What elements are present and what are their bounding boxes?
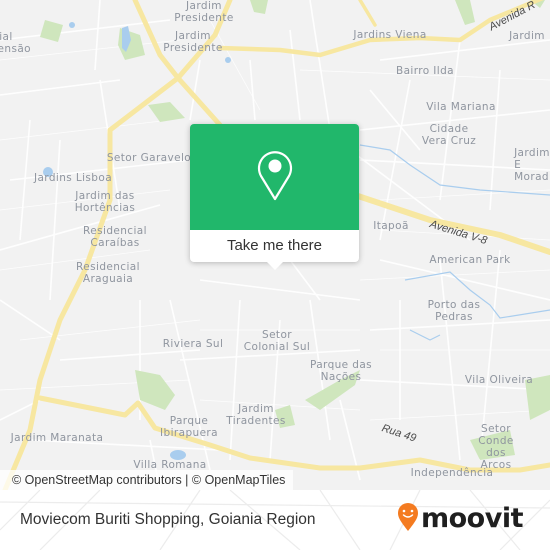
popup-header[interactable] bbox=[190, 124, 359, 230]
place-label-itapoa: Itapoã bbox=[373, 220, 409, 232]
place-label-porto-das-pedras: Porto das Pedras bbox=[427, 299, 481, 323]
place-label-jardim-presidente-2: Jardim Presidente bbox=[163, 30, 223, 54]
place-label-parque-ibirapuera: Parque Ibirapuera bbox=[160, 415, 218, 439]
place-label-jardins-viena: Jardins Viena bbox=[353, 29, 427, 41]
place-label-jardim-presidente-1: Jardim Presidente bbox=[174, 0, 234, 24]
place-label-jardim-top-right: Jardim bbox=[509, 30, 545, 42]
place-label-residencial-extensao: cial tensão bbox=[0, 31, 31, 55]
place-label-jardim-das-hortencias: Jardim das Hortências bbox=[74, 190, 136, 214]
place-label-vila-oliveira: Vila Oliveira bbox=[464, 374, 534, 386]
place-label-parque-das-nacoes: Parque das Nações bbox=[309, 359, 373, 383]
destination-popup[interactable]: Take me there bbox=[190, 124, 359, 270]
place-label-setor-garavelo: Setor Garavelo bbox=[106, 152, 192, 164]
popup-pointer bbox=[266, 261, 284, 270]
map-attribution[interactable]: © OpenStreetMap contributors | © OpenMap… bbox=[0, 470, 294, 490]
place-label-vila-mariana: Vila Mariana bbox=[426, 101, 496, 113]
place-label-independencia: Independência bbox=[410, 467, 494, 479]
footer-bar: Moviecom Buriti Shopping, Goiania Region… bbox=[0, 490, 550, 550]
moovit-smiley-pin-icon bbox=[397, 502, 419, 536]
place-label-cidade-vera-cruz: Cidade Vera Cruz bbox=[421, 123, 477, 147]
place-label-residencial-araguaia: Residencial Araguaia bbox=[76, 261, 140, 285]
place-label-riviera-sul: Riviera Sul bbox=[162, 338, 224, 350]
moovit-logo[interactable]: moovit bbox=[397, 502, 524, 536]
place-label-jardim-morada: Jardim E Morad bbox=[514, 147, 550, 183]
moovit-wordmark: moovit bbox=[421, 503, 524, 534]
place-label-setor-colonial-sul: Setor Colonial Sul bbox=[243, 329, 311, 353]
place-label-jardins-lisboa: Jardins Lisboa bbox=[33, 172, 113, 184]
place-label-jardim-maranata: Jardim Maranata bbox=[10, 432, 104, 444]
map-pin-icon bbox=[255, 148, 295, 206]
place-label-american-park: American Park bbox=[429, 254, 511, 266]
place-label-residencial-caraibas: Residencial Caraíbas bbox=[83, 225, 147, 249]
map-view[interactable]: Jardim Presidente Jardim Presidente cial… bbox=[0, 0, 550, 490]
take-me-there-button[interactable]: Take me there bbox=[190, 230, 359, 262]
place-label-setor-conde-dos-arcos: Setor Conde dos Arcos bbox=[478, 423, 514, 471]
location-title: Moviecom Buriti Shopping, Goiania Region bbox=[20, 511, 316, 528]
place-label-bairro-ilda: Bairro Ilda bbox=[395, 65, 455, 77]
place-label-jardim-tiradentes: Jardim Tiradentes bbox=[226, 403, 286, 427]
